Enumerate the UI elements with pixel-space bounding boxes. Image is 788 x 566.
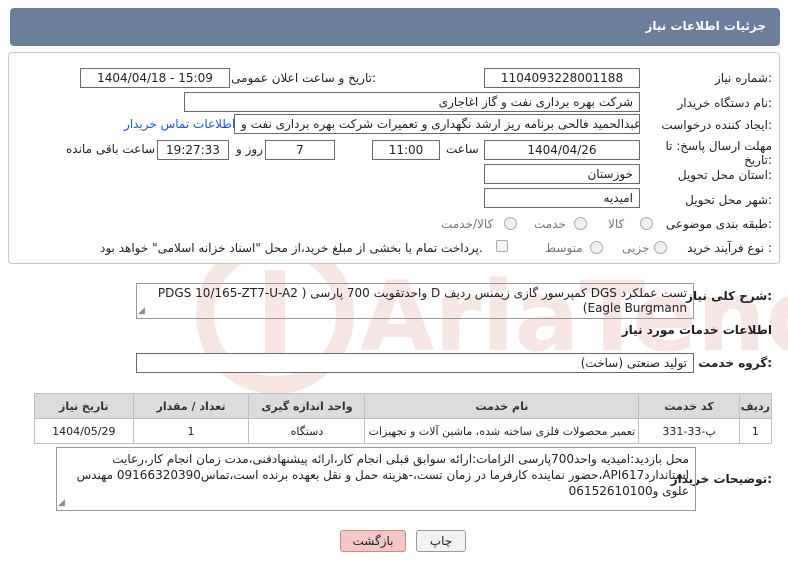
category-goods-label: کالا [608, 217, 625, 231]
process-partial-radio[interactable] [654, 241, 667, 254]
category-goods-radio[interactable] [640, 217, 653, 230]
process-type-label: نوع فرآیند خرید : [687, 241, 772, 255]
city-label: شهر محل تحویل: [685, 193, 772, 207]
process-medium-radio[interactable] [590, 241, 603, 254]
buyer-contact-link[interactable]: اطلاعات تماس خریدار [124, 117, 235, 131]
creator-field[interactable]: عبدالحمید فالحی برنامه ریز ارشد نگهداری … [234, 114, 640, 134]
cell-name: تعمیر محصولات فلزی ساخته شده، ماشین آلات… [364, 418, 640, 444]
deadline-time-field[interactable]: 11:00 [372, 140, 440, 160]
city-field[interactable]: امیدیه [484, 188, 640, 208]
creator-label: ایجاد کننده درخواست: [661, 118, 772, 132]
table-row[interactable]: 1 پ-33-331 تعمیر محصولات فلزی ساخته شده،… [34, 418, 773, 444]
col-header-date: تاریخ نیاز [34, 393, 134, 419]
days-remaining-field[interactable]: 7 [265, 140, 335, 160]
category-goods-service-label: کالا/خدمت [441, 217, 494, 231]
services-section-title: اطلاعات خدمات مورد نیاز [621, 323, 772, 337]
services-table-header: ردیف کد خدمت نام خدمت واحد اندازه گیری ت… [34, 393, 773, 419]
announce-date-field[interactable]: 1404/04/18 - 15:09 [80, 68, 230, 88]
deadline-date-field[interactable]: 1404/04/26 [484, 140, 640, 160]
cell-row: 1 [738, 418, 773, 444]
deadline-time-label: ساعت [446, 142, 479, 156]
process-medium-label: متوسط [545, 241, 583, 255]
category-service-radio[interactable] [574, 217, 587, 230]
notes-resize-handle-icon[interactable]: ◢ [58, 498, 65, 508]
category-goods-service-radio[interactable] [504, 217, 517, 230]
back-button[interactable]: بازگشت [340, 530, 406, 552]
remaining-time-field[interactable]: 19:27:33 [157, 140, 229, 160]
province-label: استان محل تحویل: [677, 168, 772, 182]
summary-label: شرح کلی نیاز: [686, 289, 772, 303]
col-header-qty: تعداد / مقدار [132, 393, 250, 419]
remaining-time-label: ساعت باقی مانده [66, 142, 156, 156]
title-bar: جزئیات اطلاعات نیاز [10, 8, 780, 46]
province-field[interactable]: خوزستان [484, 164, 640, 184]
page-title: جزئیات اطلاعات نیاز [645, 19, 766, 33]
service-group-field[interactable]: تولید صنعتی (ساخت) [136, 353, 694, 373]
buyer-field[interactable]: شرکت بهره برداری نفت و گاز اغاجاری [184, 92, 640, 112]
need-number-label: شماره نیاز: [714, 71, 772, 85]
col-header-row: ردیف [738, 393, 773, 419]
treasury-payment-note: پرداخت تمام یا بخشی از مبلغ خرید،از محل … [100, 241, 483, 255]
services-table: ردیف کد خدمت نام خدمت واحد اندازه گیری ت… [34, 393, 773, 444]
buyer-notes-text[interactable]: محل بازدید:امیدیه واحد700پارسی الزامات:ا… [56, 447, 696, 511]
service-group-label: گروه خدمت: [698, 356, 772, 370]
need-number-field[interactable]: 1104093228001188 [484, 68, 640, 88]
process-partial-label: جزیی [622, 241, 650, 255]
cell-unit: دستگاه [248, 418, 366, 444]
category-service-label: خدمت [534, 217, 566, 231]
col-header-unit: واحد اندازه گیری [248, 393, 366, 419]
resize-handle-icon[interactable]: ◢ [138, 306, 145, 316]
category-label: طبقه بندی موضوعی: [665, 217, 772, 231]
cell-qty: 1 [132, 418, 250, 444]
cell-code: پ-33-331 [638, 418, 740, 444]
summary-text[interactable]: تست عملکرد DGS کمپرسور گازی زیمنس ردیف D… [136, 283, 694, 319]
days-label: روز و [236, 142, 263, 156]
buyer-label: نام دستگاه خریدار: [677, 96, 773, 110]
print-button[interactable]: چاپ [416, 530, 466, 552]
announce-date-label: تاریخ و ساعت اعلان عمومی: [231, 71, 376, 85]
treasury-payment-checkbox[interactable] [496, 240, 508, 252]
cell-date: 1404/05/29 [34, 418, 134, 444]
col-header-code: کد خدمت [638, 393, 740, 419]
col-header-name: نام خدمت [364, 393, 640, 419]
deadline-label: مهلت ارسال پاسخ: تا تاریخ: [665, 139, 772, 167]
